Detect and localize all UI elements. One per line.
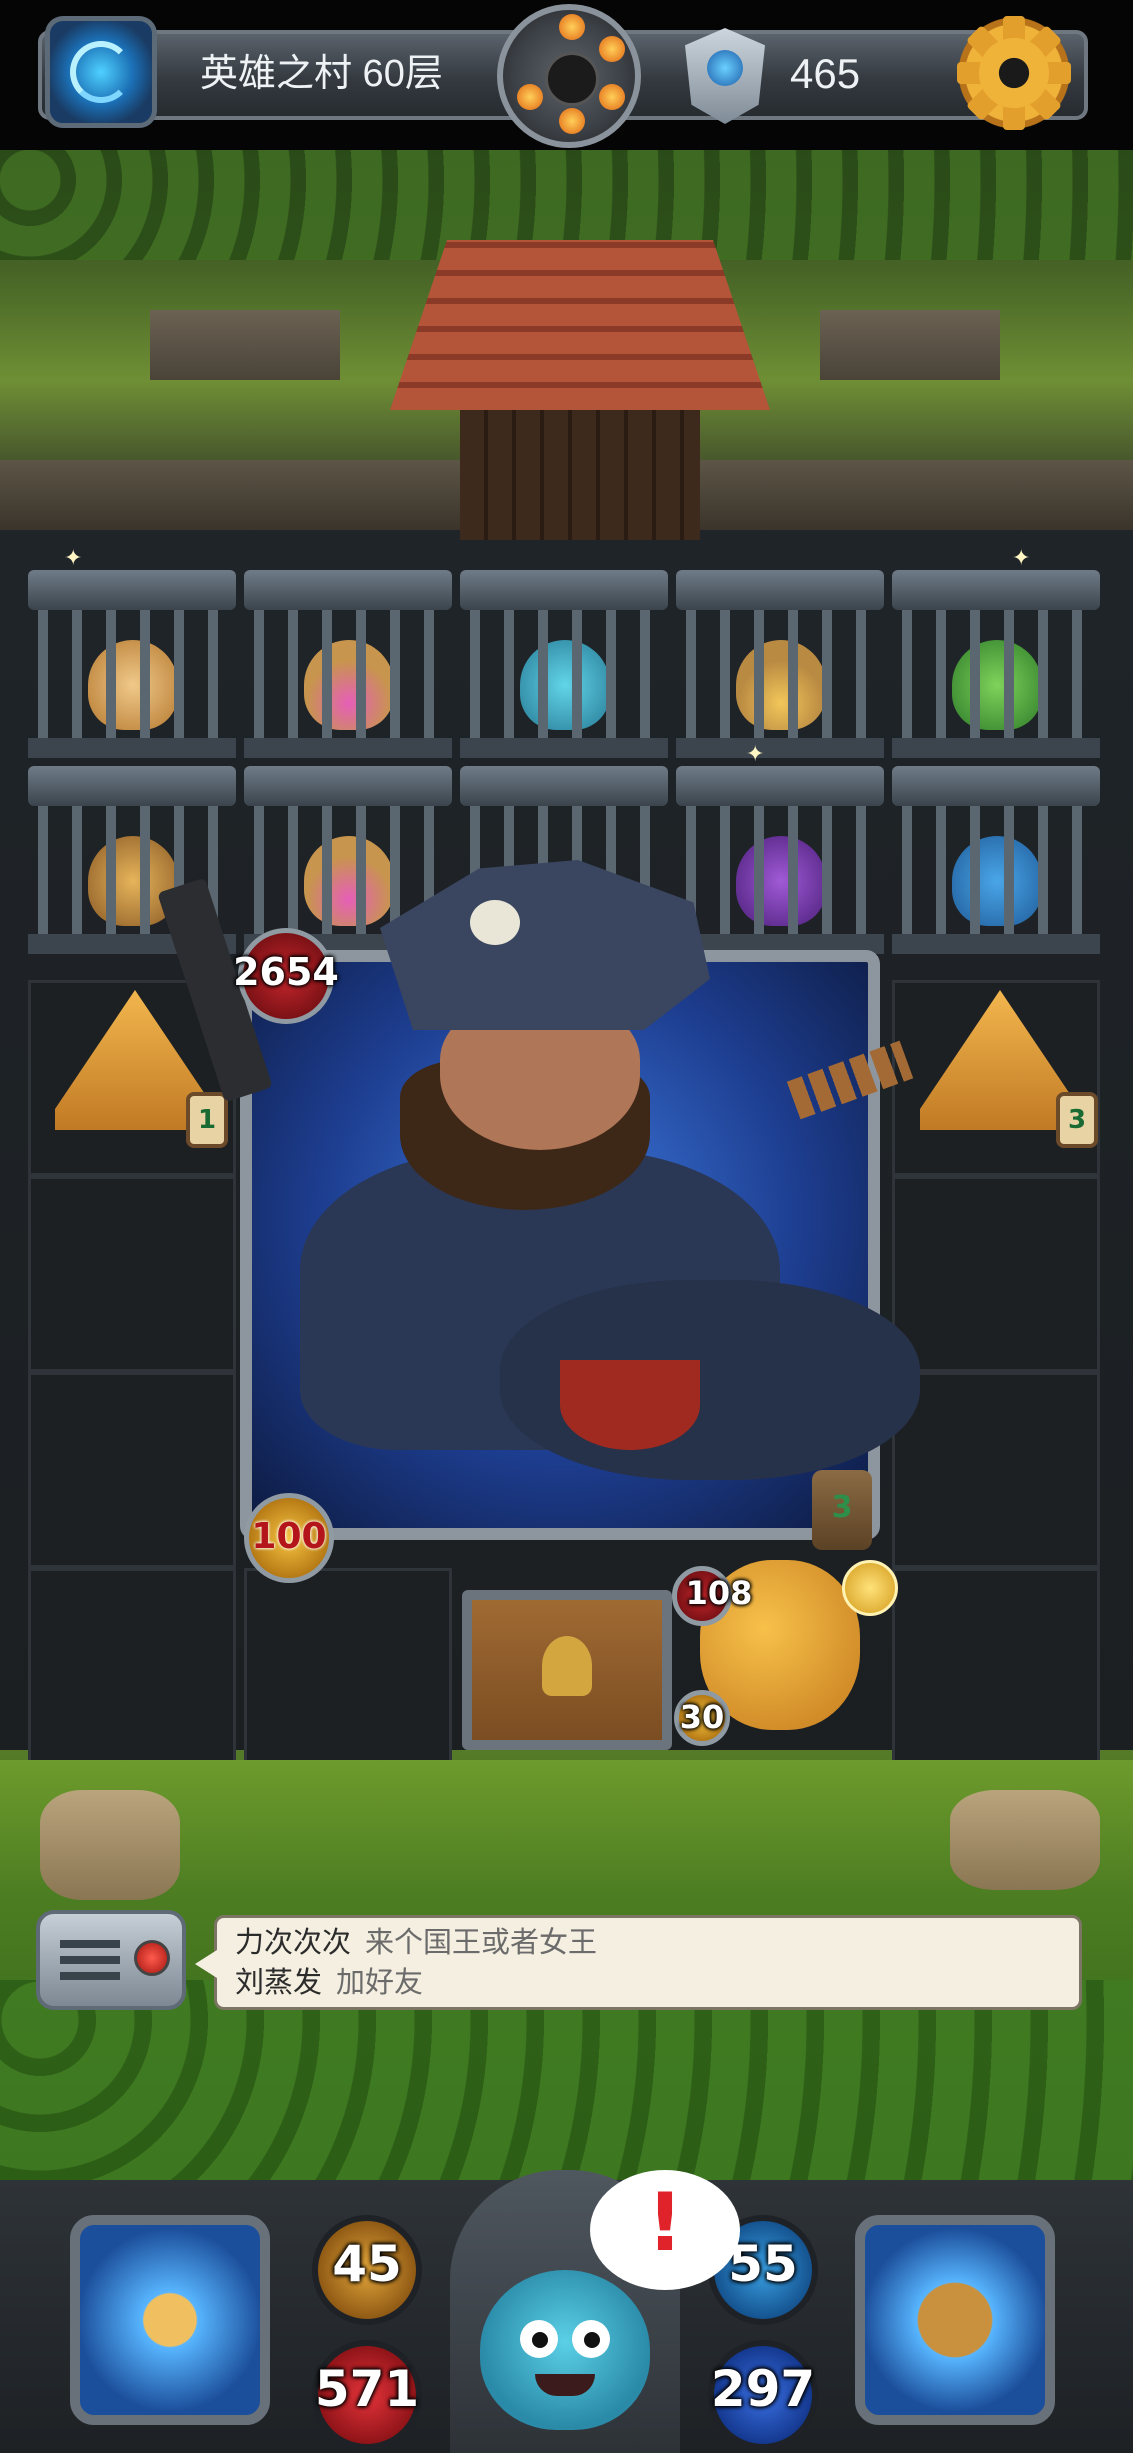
cage-top: [244, 766, 452, 806]
cage-bars: [902, 610, 1090, 738]
bomb-wheel-button[interactable]: [497, 4, 641, 148]
cage-bars: [38, 610, 226, 738]
floor-tile[interactable]: [28, 1568, 236, 1764]
cage-top: [892, 570, 1100, 610]
portal-button[interactable]: [45, 16, 157, 128]
bomb-icon: [545, 52, 599, 106]
cage-bars: [686, 610, 874, 738]
left-tent-counter: 1: [186, 1092, 228, 1148]
bomb-slot-icon: [559, 108, 585, 134]
hut-roof: [390, 240, 770, 410]
rock: [40, 1790, 180, 1900]
cage-base: [28, 738, 236, 758]
cage-top: [676, 570, 884, 610]
chat-lines-icon: [60, 1940, 120, 1984]
floor-title: 英雄之村 60层: [200, 53, 443, 95]
cage-base: [244, 738, 452, 758]
chat-record-icon: [134, 1940, 170, 1976]
sparkle-icon: ✦: [64, 546, 83, 571]
sparkle-icon: ✦: [746, 742, 765, 767]
slime-mouth: [535, 2374, 595, 2396]
player-slime-avatar[interactable]: [480, 2270, 650, 2430]
cage-base: [892, 738, 1100, 758]
settings-gear-button[interactable]: [955, 14, 1073, 132]
floor-tile[interactable]: [892, 1176, 1100, 1372]
cage-cell[interactable]: ✦: [676, 742, 884, 962]
cat-attack-value: 30: [679, 1698, 725, 1736]
gem-count: 465: [790, 50, 861, 97]
rock: [950, 1790, 1100, 1890]
stone-pillar: [820, 310, 1000, 380]
cage-top: [28, 766, 236, 806]
cat-turns-value: 3: [831, 1490, 853, 1525]
chat-message: 力次次次 来个国王或者女王: [235, 1922, 1061, 1962]
chat-text: 来个国王或者女王: [365, 1925, 598, 1959]
cage-top: [28, 570, 236, 610]
chat-sender: 力次次次: [235, 1925, 352, 1959]
cage-base: [460, 738, 668, 758]
chat-message: 刘蒸发 加好友: [235, 1962, 1061, 2002]
floor-tile[interactable]: [244, 1568, 452, 1764]
cage-cell[interactable]: [892, 766, 1100, 962]
boss-hp-value: 2654: [233, 950, 339, 994]
cage-top: [460, 570, 668, 610]
gem-icon: [707, 50, 743, 86]
cage-bars: [254, 610, 442, 738]
cage-top: [676, 766, 884, 806]
chat-sender: 刘蒸发: [235, 1965, 323, 1999]
cage-bars: [470, 610, 658, 738]
cage-cell[interactable]: ✦: [892, 546, 1100, 766]
cat-hp-value: 108: [685, 1574, 753, 1612]
bomb-slot-icon: [517, 84, 543, 110]
cage-top: [892, 766, 1100, 806]
cage-top: [460, 766, 668, 806]
skull-icon: [470, 900, 520, 945]
boss-attack-value: 100: [251, 1516, 327, 1557]
chat-text: 加好友: [336, 1965, 424, 1999]
cage-cell[interactable]: ✦: [28, 546, 236, 766]
cage-bars: [686, 806, 874, 934]
exclamation-icon: !: [646, 2176, 684, 2269]
hero-equipment-button[interactable]: [70, 2215, 270, 2425]
cage-cell[interactable]: [244, 570, 452, 766]
slime-eye: [572, 2320, 610, 2358]
floor-tile[interactable]: [892, 1372, 1100, 1568]
hut-door: [460, 410, 700, 540]
hourglass-icon: 3: [812, 1470, 872, 1550]
cage-top: [244, 570, 452, 610]
player-attack-value: 45: [332, 2235, 402, 2293]
player-mana-value: 297: [710, 2360, 816, 2418]
stone-pillar: [150, 310, 340, 380]
alert-bubble[interactable]: !: [590, 2170, 740, 2290]
sword-coin-icon: [842, 1560, 898, 1616]
gear-hub: [979, 38, 1049, 108]
bomb-slot-icon: [599, 84, 625, 110]
floor-tile[interactable]: [892, 1568, 1100, 1764]
spellbook-button[interactable]: [855, 2215, 1055, 2425]
chat-panel[interactable]: 力次次次 来个国王或者女王 刘蒸发 加好友: [195, 1915, 1082, 2010]
cage-base: [892, 934, 1100, 954]
bomb-slot-icon: [559, 14, 585, 40]
bomb-slot-icon: [599, 36, 625, 62]
floor-tile[interactable]: [28, 1176, 236, 1372]
crocodile-jaw: [560, 1360, 700, 1450]
keyhole-icon: [542, 1636, 592, 1696]
cage-cell[interactable]: [460, 570, 668, 766]
player-hp-value: 571: [314, 2360, 420, 2418]
sparkle-icon: ✦: [1012, 546, 1031, 571]
cage-cell[interactable]: [676, 570, 884, 766]
exit-hut[interactable]: [390, 240, 770, 540]
floor-tile[interactable]: [28, 1372, 236, 1568]
locked-door[interactable]: [462, 1590, 672, 1750]
cage-bars: [902, 806, 1090, 934]
chat-button[interactable]: [36, 1910, 186, 2010]
cage-base: [676, 738, 884, 758]
slime-eye: [520, 2320, 558, 2358]
portal-swirl-icon: [70, 41, 132, 103]
right-tent-counter: 3: [1056, 1092, 1098, 1148]
